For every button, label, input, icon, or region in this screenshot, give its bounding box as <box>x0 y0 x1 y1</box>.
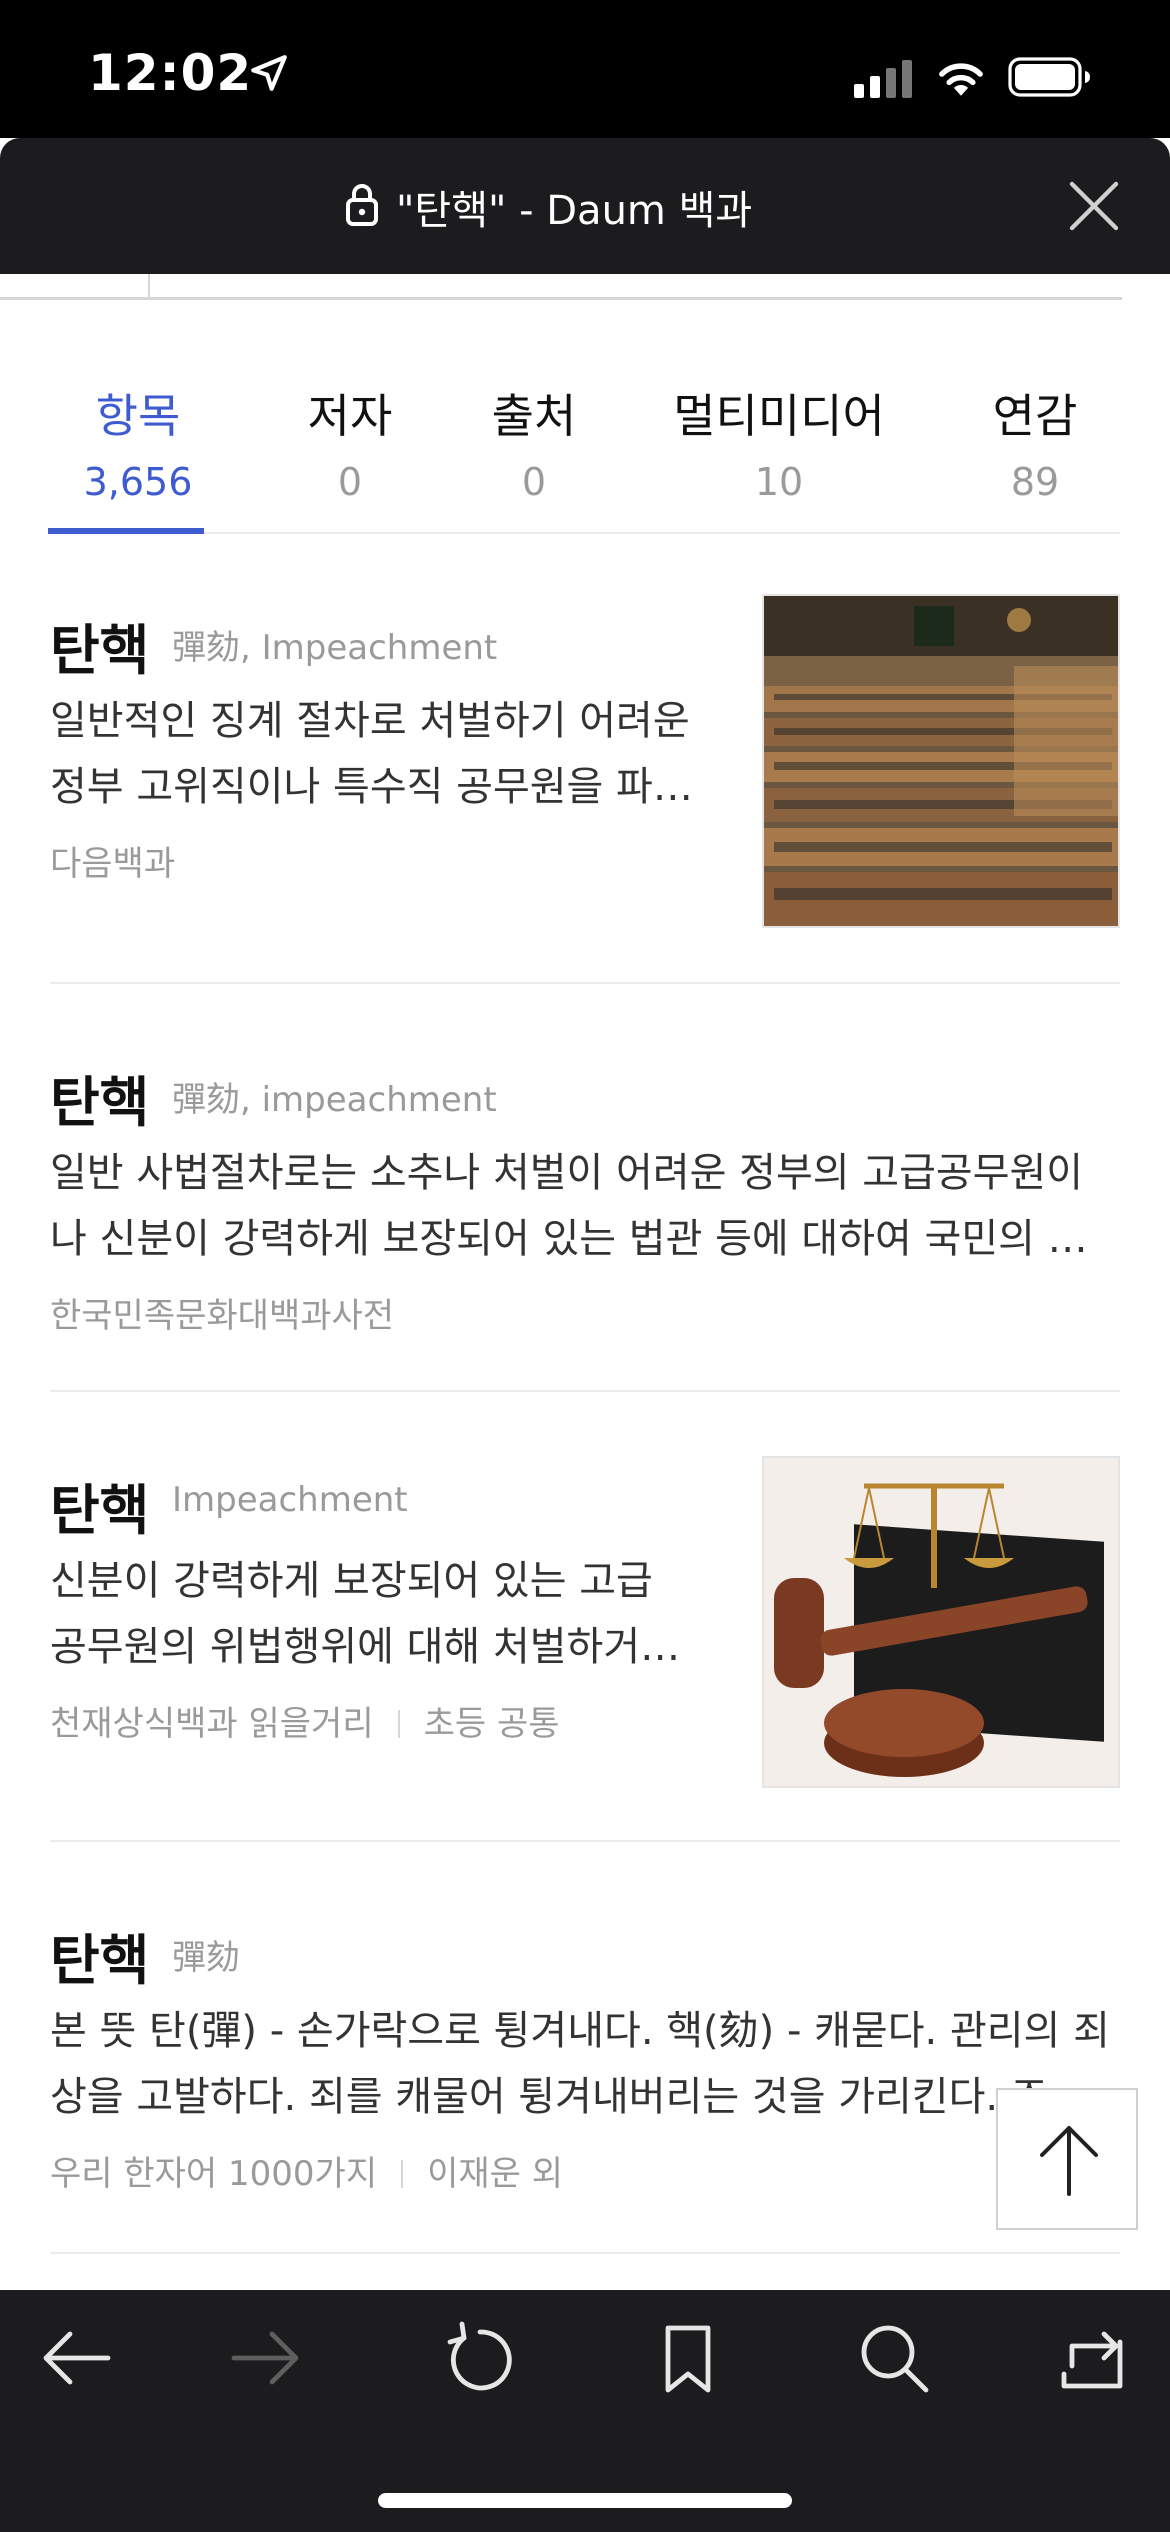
entry-source: 천재상식백과 읽을거리 초등 공통 <box>50 1696 560 1745</box>
page-url-title[interactable]: "탄핵" - Daum 백과 <box>396 178 752 236</box>
entry-description-line: 상을 고발하다. 죄를 캐물어 튕겨내버리는 것을 가리킨다. 조… <box>50 2074 1088 2120</box>
tab-authors[interactable]: 저자 0 <box>290 380 410 504</box>
national-assembly-hall-image <box>764 596 1118 926</box>
home-indicator <box>378 2493 792 2508</box>
entry-source-name: 우리 한자어 1000가지 <box>50 2154 378 2194</box>
tab-count: 10 <box>754 460 804 504</box>
close-icon[interactable] <box>1066 178 1122 234</box>
active-tab-indicator <box>48 528 204 534</box>
entry-source: 다음백과 <box>50 844 176 884</box>
tab-sources[interactable]: 출처 0 <box>474 380 594 504</box>
tab-label: 출처 <box>491 389 577 443</box>
status-bar: 12:02 <box>0 0 1170 138</box>
entry-source-extra: 초등 공통 <box>423 1704 560 1744</box>
list-item[interactable]: 탄핵 彈劾, impeachment 일반 사법절차로는 소추나 처벌이 어려운… <box>50 1048 1120 1348</box>
tab-yearbook[interactable]: 연감 89 <box>970 380 1100 504</box>
scroll-to-top-button[interactable] <box>996 2088 1138 2230</box>
tab-label: 항목 <box>95 389 181 443</box>
tab-items[interactable]: 항목 3,656 <box>60 380 216 504</box>
entry-thumbnail[interactable] <box>762 1456 1120 1788</box>
entry-description: 일반 사법절차로는 소추나 처벌이 어려운 정부의 고급공무원이 나 신분이 강… <box>50 1140 1120 1272</box>
divider <box>50 1840 1120 1842</box>
entry-subtitle: 彈劾 <box>172 1938 240 1978</box>
entry-title: 탄핵 <box>50 1479 150 1542</box>
share-icon[interactable] <box>1052 2318 1132 2398</box>
tab-count: 0 <box>521 460 547 504</box>
battery-icon <box>1008 57 1090 97</box>
gavel-and-scales-image <box>764 1458 1118 1786</box>
cellular-signal-icon <box>854 60 912 98</box>
entry-description-line: 신분이 강력하게 보장되어 있는 고급 <box>50 1558 653 1604</box>
search-box-border <box>0 297 1122 300</box>
source-divider <box>401 2160 404 2188</box>
entry-description-line: 공무원의 위법행위에 대해 처벌하거… <box>50 1624 681 1670</box>
tab-label: 멀티미디어 <box>673 389 885 443</box>
entry-description: 신분이 강력하게 보장되어 있는 고급 공무원의 위법행위에 대해 처벌하거… <box>50 1548 710 1680</box>
entry-description-line: 일반 사법절차로는 소추나 처벌이 어려운 정부의 고급공무원이 <box>50 1150 1084 1196</box>
search-icon[interactable] <box>854 2318 934 2398</box>
tab-count: 0 <box>337 460 363 504</box>
category-tabs: 항목 3,656 저자 0 출처 0 멀티미디어 10 연감 89 <box>50 380 1120 534</box>
entry-description: 본 뜻 탄(彈) - 손가락으로 튕겨내다. 핵(劾) - 캐묻다. 관리의 죄… <box>50 1998 1120 2130</box>
forward-arrow-icon[interactable] <box>226 2318 306 2398</box>
entry-description: 일반적인 징계 절차로 처벌하기 어려운 정부 고위직이나 특수직 공무원을 파… <box>50 688 710 820</box>
search-box-edge <box>148 274 150 298</box>
entry-description-line: 나 신분이 강력하게 보장되어 있는 법관 등에 대하여 국민의 … <box>50 1216 1088 1262</box>
location-arrow-icon <box>251 55 287 91</box>
entry-source: 우리 한자어 1000가지 이재운 외 <box>50 2146 563 2195</box>
tab-multimedia[interactable]: 멀티미디어 10 <box>664 380 894 504</box>
wifi-icon <box>939 63 983 96</box>
entry-description-line: 일반적인 징계 절차로 처벌하기 어려운 <box>50 698 690 744</box>
entry-subtitle: 彈劾, impeachment <box>172 1080 497 1120</box>
source-divider <box>397 1710 400 1738</box>
reload-icon[interactable] <box>440 2318 520 2398</box>
entry-subtitle: Impeachment <box>172 1480 408 1520</box>
tab-count: 89 <box>1010 460 1060 504</box>
entry-subtitle: 彈劾, Impeachment <box>172 628 498 668</box>
entry-title: 탄핵 <box>50 1929 150 1992</box>
entry-source-extra: 이재운 외 <box>427 2154 564 2194</box>
back-arrow-icon[interactable] <box>36 2318 116 2398</box>
tab-count: 3,656 <box>83 460 193 504</box>
entry-source: 한국민족문화대백과사전 <box>50 1296 395 1336</box>
entry-description-line: 본 뜻 탄(彈) - 손가락으로 튕겨내다. 핵(劾) - 캐묻다. 관리의 죄 <box>50 2008 1110 2054</box>
list-item[interactable]: 탄핵 彈劾 본 뜻 탄(彈) - 손가락으로 튕겨내다. 핵(劾) - 캐묻다.… <box>50 1906 1120 2206</box>
list-item[interactable]: 탄핵 Impeachment 신분이 강력하게 보장되어 있는 고급 공무원의 … <box>50 1456 1120 1788</box>
arrow-up-icon <box>1040 2126 1098 2196</box>
list-item[interactable]: 탄핵 彈劾, Impeachment 일반적인 징계 절차로 처벌하기 어려운 … <box>50 594 1120 936</box>
entry-title: 탄핵 <box>50 1071 150 1134</box>
entry-title: 탄핵 <box>50 619 150 682</box>
divider <box>50 1390 1120 1392</box>
entry-source-name: 천재상식백과 읽을거리 <box>50 1704 374 1744</box>
bookmark-icon[interactable] <box>648 2318 728 2398</box>
divider <box>50 982 1120 984</box>
entry-description-line: 정부 고위직이나 특수직 공무원을 파… <box>50 764 693 810</box>
tab-label: 저자 <box>307 389 393 443</box>
lock-icon <box>346 184 378 226</box>
divider <box>50 2252 1120 2254</box>
tab-label: 연감 <box>992 389 1078 443</box>
entry-thumbnail[interactable] <box>762 594 1120 928</box>
status-time: 12:02 <box>88 44 253 102</box>
